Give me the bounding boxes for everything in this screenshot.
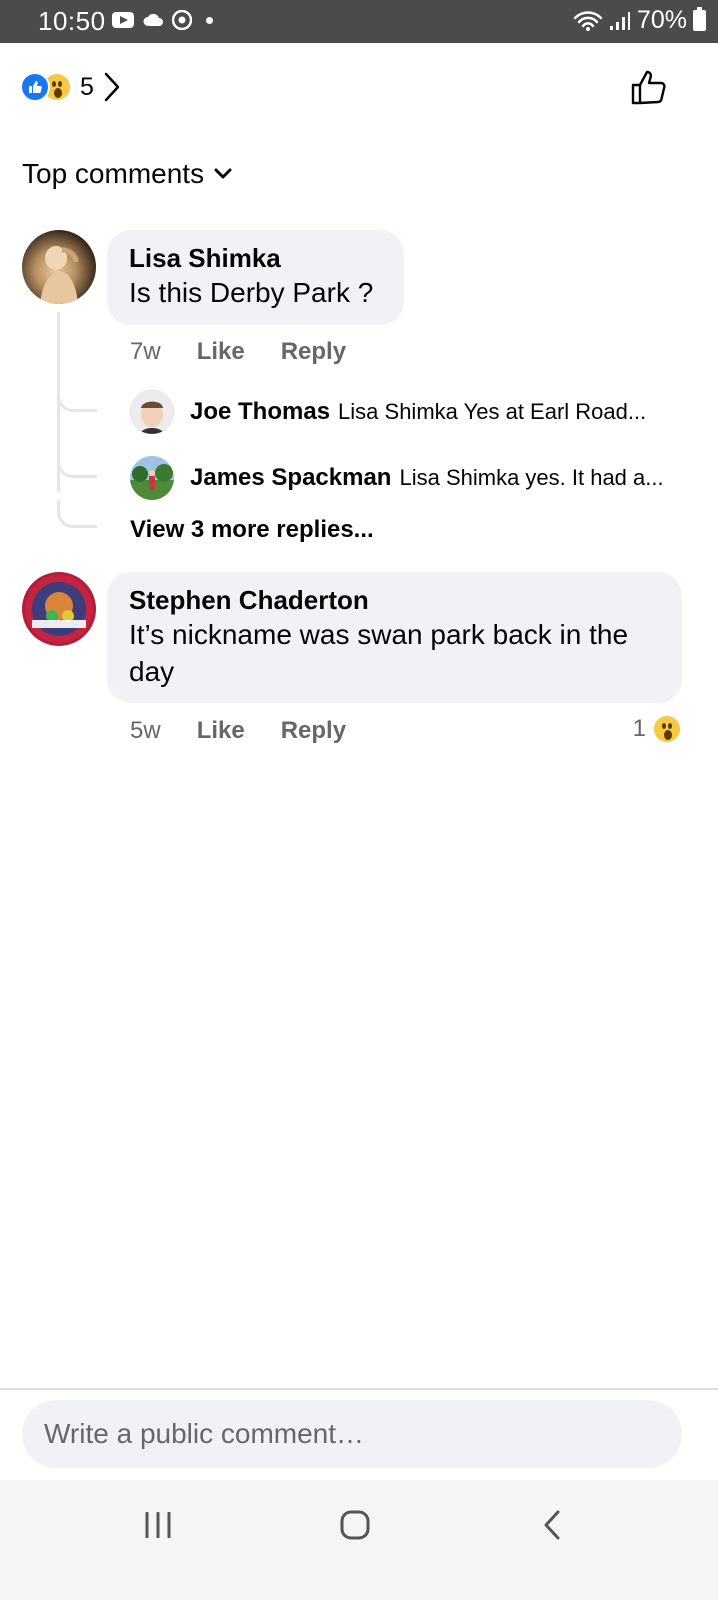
view-more-replies-link[interactable]: View 3 more replies...: [130, 516, 374, 544]
reply-author[interactable]: James Spackman: [190, 464, 391, 492]
system-icons: 70%: [573, 6, 706, 35]
reply-text: Lisa Shimka yes. It had a...: [399, 465, 664, 490]
avatar-stephen-chaderton[interactable]: [22, 572, 96, 646]
avatar-lisa-shimka[interactable]: [22, 230, 96, 304]
back-button[interactable]: [492, 1480, 612, 1570]
youtube-icon: [112, 12, 134, 28]
wow-reaction-icon: [652, 714, 682, 744]
status-time: 10:50: [38, 6, 106, 36]
chrome-icon: [172, 10, 192, 30]
sort-comments-dropdown[interactable]: Top comments: [22, 158, 232, 190]
walk-to-end-alzheimers-badge-icon: [25, 575, 93, 643]
comment-bubble[interactable]: Stephen Chaderton It’s nickname was swan…: [107, 572, 682, 703]
comment-author[interactable]: Stephen Chaderton: [129, 584, 660, 616]
cloud-icon: [143, 13, 163, 26]
avatar-james-spackman[interactable]: [130, 456, 174, 500]
system-navigation-bar: [0, 1480, 718, 1600]
comment-text: It’s nickname was swan park back in the …: [129, 619, 629, 687]
chevron-down-icon: [214, 168, 232, 179]
comment-composer[interactable]: [22, 1400, 682, 1468]
like-comment-button[interactable]: Like: [197, 717, 245, 745]
comment-actions: 5w Like Reply: [130, 717, 382, 745]
reply-text: Lisa Shimka Yes at Earl Road...: [338, 399, 647, 424]
thread-branch: [57, 384, 97, 412]
comment-actions: 7w Like Reply: [130, 338, 382, 366]
reply-author[interactable]: Joe Thomas: [190, 398, 330, 426]
like-reaction-icon: [20, 72, 50, 102]
notification-icons: [112, 10, 213, 30]
avatar-joe-thomas[interactable]: [130, 390, 174, 434]
comment-text: Is this Derby Park ?: [129, 277, 374, 308]
comment-reaction-count: 1: [632, 715, 646, 742]
home-button[interactable]: [295, 1480, 415, 1570]
signal-icon: [609, 11, 630, 30]
comment-author[interactable]: Lisa Shimka: [129, 242, 382, 274]
reply-item[interactable]: James Spackman Lisa Shimka yes. It had a…: [130, 456, 690, 500]
statue-photo-icon: [40, 246, 79, 304]
sort-label: Top comments: [22, 158, 205, 189]
comment-age[interactable]: 7w: [130, 338, 161, 366]
more-notifications-dot: [206, 16, 213, 24]
home-icon: [340, 1510, 370, 1540]
back-icon: [544, 1510, 560, 1540]
comment-bubble[interactable]: Lisa Shimka Is this Derby Park ?: [107, 230, 404, 325]
comment-input[interactable]: [44, 1418, 660, 1450]
thumbs-up-icon: [631, 70, 666, 105]
reply-comment-button[interactable]: Reply: [281, 338, 346, 366]
composer-divider: [0, 1388, 718, 1390]
battery-icon: [693, 7, 706, 31]
battery-percent: 70%: [636, 6, 687, 34]
reaction-summary[interactable]: 5: [20, 70, 120, 104]
like-post-button[interactable]: [630, 68, 668, 111]
outdoor-photo-icon: [130, 456, 174, 500]
child-photo-icon: [130, 390, 174, 434]
wifi-icon: [573, 10, 603, 31]
reaction-count: 5: [80, 72, 94, 101]
reply-comment-button[interactable]: Reply: [281, 717, 346, 745]
thread-branch: [57, 450, 97, 478]
recent-apps-icon: [145, 1512, 171, 1538]
recent-apps-button[interactable]: [98, 1480, 218, 1570]
chevron-right-icon: [104, 72, 120, 102]
status-bar: 10:50 70%: [0, 0, 718, 43]
like-comment-button[interactable]: Like: [197, 338, 245, 366]
reply-item[interactable]: Joe Thomas Lisa Shimka Yes at Earl Road.…: [130, 390, 690, 434]
thread-branch: [57, 500, 97, 528]
comment-reaction-summary[interactable]: 1: [633, 714, 682, 744]
comment-age[interactable]: 5w: [130, 717, 161, 745]
